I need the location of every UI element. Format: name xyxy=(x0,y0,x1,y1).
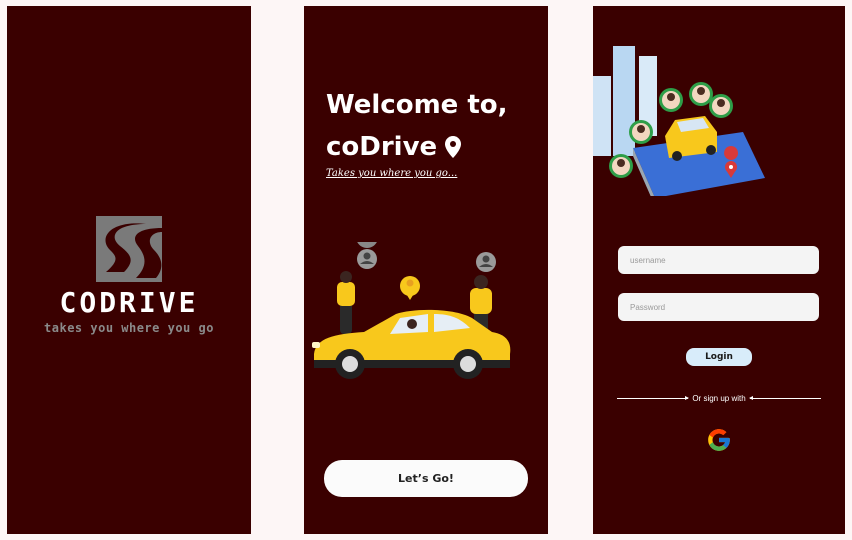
login-button[interactable]: Login xyxy=(686,348,752,366)
welcome-screen: Welcome to, coDrive Takes you where you … xyxy=(304,6,548,534)
username-field[interactable] xyxy=(618,246,819,274)
person-pin-icon xyxy=(476,252,496,272)
google-icon[interactable] xyxy=(706,427,732,453)
city-rideshare-illustration xyxy=(593,46,765,196)
person-pin-icon xyxy=(400,276,420,300)
divider-line-right xyxy=(748,395,822,400)
avatar-pin-icon xyxy=(689,82,713,106)
welcome-heading-line2: coDrive xyxy=(326,132,438,162)
password-field[interactable] xyxy=(618,293,819,321)
divider-text: Or sign up with xyxy=(692,393,746,403)
location-pin-icon xyxy=(445,136,462,158)
lets-go-button[interactable]: Let’s Go! xyxy=(324,460,528,497)
splash-logo: CODRIVE takes you where you go xyxy=(7,216,251,335)
avatar-pin-icon xyxy=(659,88,683,112)
welcome-subtitle: Takes you where you go... xyxy=(326,168,458,179)
avatar-pin-icon xyxy=(629,120,653,144)
brand-tagline: takes you where you go xyxy=(44,321,214,335)
welcome-heading-line1: Welcome to, xyxy=(326,90,508,120)
avatar-pin-icon xyxy=(709,94,733,118)
login-screen: Login Or sign up with xyxy=(593,6,845,534)
road-logo-icon xyxy=(96,216,162,282)
welcome-heading: Welcome to, coDrive xyxy=(326,84,508,168)
car-illustration xyxy=(312,242,511,379)
signup-divider: Or sign up with xyxy=(617,392,822,404)
brand-name: CODRIVE xyxy=(59,286,199,319)
avatar-pin-icon xyxy=(609,154,633,178)
divider-line-left xyxy=(617,395,690,400)
splash-screen: CODRIVE takes you where you go xyxy=(7,6,251,534)
person-pin-icon xyxy=(357,242,377,269)
